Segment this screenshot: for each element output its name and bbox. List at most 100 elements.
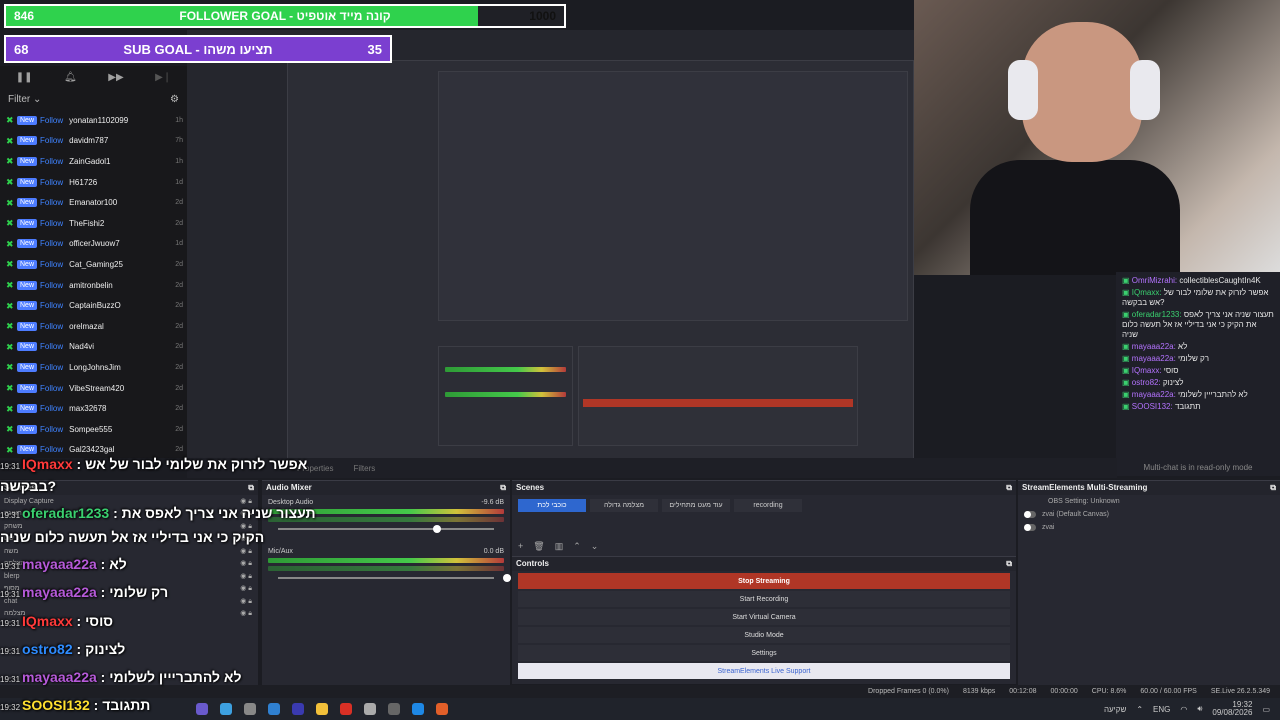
eye-icon[interactable]: ◉ (240, 498, 246, 505)
browser-icon[interactable] (412, 703, 424, 715)
headphone-left (1008, 60, 1038, 120)
kick-icon: ✖ (6, 300, 14, 311)
feed-list: ✖ New Follow yonatan1102099 1h ✖ New Follow davi… (0, 110, 187, 460)
filters-button[interactable]: Filters (353, 464, 375, 473)
language-indicator[interactable]: ENG (1153, 705, 1170, 714)
new-badge: New (17, 321, 38, 331)
add-icon[interactable]: + (518, 541, 523, 552)
control-button[interactable]: Stop Streaming (518, 573, 1010, 589)
chrome-icon[interactable] (436, 703, 448, 715)
follow-feed-panel: ❚❚ 🔔︎ ▶▶ ▶❘ Filter ⌄ ⚙ ✖ New Follow yonatan… (0, 66, 187, 458)
settings-icon[interactable] (364, 703, 376, 715)
follow-age: 1h (175, 157, 183, 165)
chevron-up-icon[interactable]: ⌃ (1136, 705, 1143, 714)
chevron-up-icon[interactable]: ⌃ (573, 541, 581, 552)
notification-icon[interactable]: ▭ (1262, 705, 1270, 714)
chat-text: תתגובד (1174, 402, 1201, 411)
volume-knob[interactable] (503, 574, 511, 582)
scene-tools: + 🗑︎ ▥ ⌃ ⌄ (518, 541, 598, 552)
chat-text: collectiblesCaughtIn4K (1179, 276, 1261, 285)
new-badge: New (17, 445, 38, 455)
eye-icon[interactable]: ◉ (240, 548, 246, 555)
chevron-down-icon[interactable]: ⌄ (591, 541, 599, 552)
overlay-chat-text: בבקשה? (0, 478, 57, 494)
chat-badge-icon: ▣ (1122, 310, 1132, 319)
clock[interactable]: 19:32 09/08/2026 (1212, 701, 1252, 717)
nested-meter (445, 367, 566, 372)
chat-message: ▣ OmriMizrahi: collectiblesCaughtIn4K (1122, 276, 1274, 286)
skip-icon[interactable]: ▶▶ (108, 72, 123, 83)
undock-icon[interactable]: ⧉ (500, 481, 506, 495)
skip-end-icon[interactable]: ▶❘ (155, 72, 171, 83)
feed-row: ✖ New Follow VibeStream420 2d (0, 378, 187, 399)
multi-chat-panel: ▣ OmriMizrahi: collectiblesCaughtIn4K ▣ I… (1116, 272, 1280, 476)
follow-age: 2d (175, 405, 183, 413)
volume-slider[interactable] (278, 574, 511, 582)
gear-icon[interactable]: ⚙ (170, 94, 179, 105)
output-name: zvai (1042, 524, 1055, 531)
feed-filter[interactable]: Filter ⌄ ⚙ (0, 88, 187, 110)
follower-name: LongJohnsJim (69, 362, 121, 372)
overlay-chat-line: 19:31 mayaaa22a : לא להתברייין לשלומי (0, 669, 330, 688)
overlay-chat-line: הקיק כי אני בדיליי אז אל תעשה כלום שניה (0, 529, 330, 545)
follower-name: Cat_Gaming25 (69, 259, 123, 269)
undock-icon[interactable]: ⧉ (1006, 481, 1012, 495)
control-button[interactable]: StreamElements Live Support (518, 663, 1010, 679)
pause-icon[interactable]: ❚❚ (16, 72, 33, 83)
undock-icon[interactable]: ⧉ (1006, 557, 1012, 571)
bitrate: 8139 kbps (962, 688, 996, 695)
control-button[interactable]: Start Virtual Camera (518, 609, 1010, 625)
output-toggle[interactable] (1024, 511, 1036, 518)
follow-badge: Follow (40, 342, 64, 352)
back-icon[interactable] (388, 703, 400, 715)
scene-item[interactable]: עוד מעט מתחילים (662, 499, 730, 512)
scene-item[interactable]: כוכבי לכת (518, 499, 586, 512)
control-button[interactable]: Settings (518, 645, 1010, 661)
nested-mixer-capture (438, 346, 573, 446)
feed-row: ✖ New Follow H61726 1d (0, 172, 187, 193)
volume-knob[interactable] (433, 525, 441, 533)
chat-message: ▣ mayaaa22a: לא (1122, 342, 1274, 352)
trash-icon[interactable]: 🗑︎ (533, 541, 544, 552)
kick-icon: ✖ (6, 197, 14, 208)
lock-icon[interactable]: 🔒︎ (248, 548, 252, 555)
overlay-chat-line: 19:32 SOOSI132 : תתגובד (0, 697, 330, 716)
volume-icon[interactable]: 🔊︎ (1197, 704, 1202, 714)
stream-screen: 846 FOLLOWER GOAL - קונה מייד אוטפיט 100… (0, 0, 1280, 720)
overlay-chat-user: mayaaa22a (22, 584, 97, 600)
nested-obs-capture-inner (438, 71, 908, 321)
output-name: zvai (Default Canvas) (1042, 511, 1109, 518)
output-row: zvai (1018, 521, 1280, 534)
lock-icon[interactable]: 🔒︎ (248, 498, 252, 505)
control-button[interactable]: Start Recording (518, 591, 1010, 607)
system-tray: שקיעה ⌃ ENG ◠ 🔊︎ 19:32 09/08/2026 ▭ (1104, 701, 1280, 717)
filter-label: Filter (8, 93, 31, 105)
kick-icon: ✖ (6, 135, 14, 146)
new-badge: New (17, 404, 38, 414)
new-badge: New (17, 218, 38, 228)
overlay-chat-text: : תעצור שניה אני צריך לאפס את (113, 505, 316, 521)
scene-item[interactable]: מצלמה גדולה (590, 499, 658, 512)
follow-age: 2d (175, 260, 183, 268)
layout-icon[interactable]: ▥ (555, 541, 564, 552)
scene-item[interactable]: recording (734, 499, 802, 512)
output-toggle[interactable] (1024, 524, 1036, 531)
undock-icon[interactable]: ⧉ (1270, 481, 1276, 495)
follow-age: 2d (175, 363, 183, 371)
recorder-icon[interactable] (340, 703, 352, 715)
chat-message: ▣ oferadar1233: תעצור שניה אני צריך לאפס… (1122, 310, 1274, 340)
scenes-panel: Scenes ⧉ כוכבי לכת מצלמה גדולה עוד מעט מתחי… (512, 480, 1016, 556)
wifi-icon[interactable]: ◠ (1180, 705, 1187, 714)
sub-goal-title: SUB GOAL - תציעו משהו (123, 41, 273, 57)
feed-row: ✖ New Follow Sompee555 2d (0, 419, 187, 440)
feed-row: ✖ New Follow Cat_Gaming25 2d (0, 254, 187, 275)
overlay-chat-line: בבקשה? (0, 478, 330, 494)
overlay-chat-user: IQmaxx (22, 456, 73, 472)
bell-icon[interactable]: 🔔︎ (64, 72, 77, 83)
overlay-chat-user: SOOSI132 (22, 697, 90, 713)
follower-name: Gal23423gal (69, 445, 115, 455)
follow-age: 2d (175, 281, 183, 289)
overlay-chat-line: 19:31 ostro82 : לצינוק (0, 641, 330, 660)
control-button[interactable]: Studio Mode (518, 627, 1010, 643)
kick-icon: ✖ (6, 238, 14, 249)
